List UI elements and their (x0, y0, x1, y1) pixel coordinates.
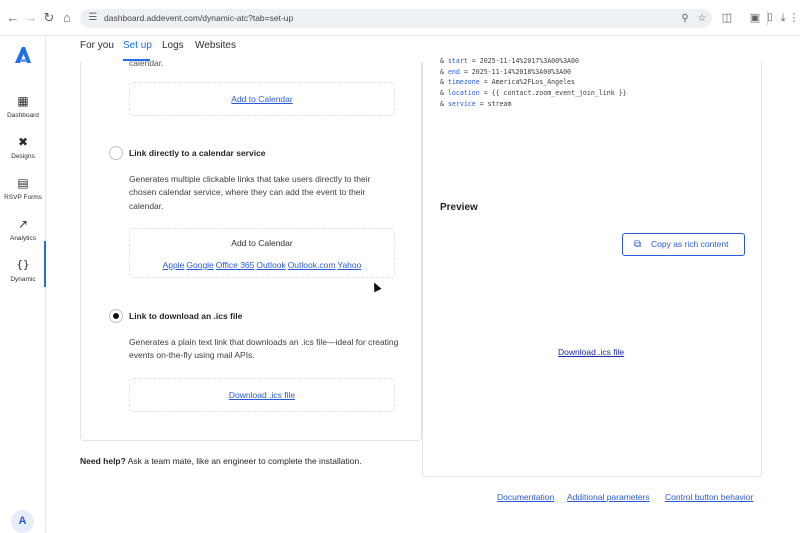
partial-description: calendar. (129, 58, 164, 68)
ics-download-preview: Download .ics file (129, 378, 395, 412)
address-bar[interactable]: ☰ dashboard.addevent.com/dynamic-atc?tab… (80, 9, 712, 28)
braces-icon: {} (16, 258, 30, 271)
addevent-logo-icon[interactable] (12, 44, 34, 66)
copy-button-label: Copy as rich content (651, 239, 729, 249)
calendar-services-preview: Add to Calendar Apple Google Office 365 Out… (129, 228, 395, 278)
link-options-card: calendar. Add to Calendar Link directly … (80, 58, 422, 441)
option-title-ics: Link to download an .ics file (129, 311, 243, 321)
download-ics-link[interactable]: Download .ics file (229, 390, 295, 400)
code-line: & service = stream (440, 99, 512, 108)
code-line: & start = 2025-11-14%2017%3A00%3A00 (440, 57, 579, 65)
app-sidebar: ▦ Dashboard ✖ Designs ▤ RSVP Forms ↗ Ana… (0, 36, 46, 533)
sidebar-item-designs[interactable]: ✖ Designs (0, 129, 46, 169)
bookmark-star-icon[interactable]: ☆ (695, 12, 709, 25)
documentation-link[interactable]: Documentation (497, 492, 554, 502)
sidebar-item-rsvp-forms[interactable]: ▤ RSVP Forms (0, 170, 46, 210)
service-link-office-365[interactable]: Office 365 (216, 260, 255, 270)
home-icon[interactable]: ⌂ (58, 9, 76, 27)
control-button-behavior-link[interactable]: Control button behavior (665, 492, 753, 502)
option-title-link-directly: Link directly to a calendar service (129, 148, 266, 158)
calendar-services-title: Add to Calendar (231, 238, 293, 248)
code-preview-card: & start = 2025-11-14%2017%3A00%3A00 & en… (422, 57, 762, 477)
tab-logs[interactable]: Logs (162, 40, 184, 51)
help-bold: Need help? (80, 456, 126, 466)
service-link-outlook[interactable]: Outlook (256, 260, 285, 270)
code-line: & location = {{ contact.zoom_event_join_… (440, 89, 627, 98)
option-description-ics: Generates a plain text link that downloa… (129, 337, 399, 361)
code-line: & end = 2025-11-14%2018%3A00%3A00 (440, 67, 572, 76)
sidebar-item-label: RSVP Forms (4, 194, 42, 201)
sidebar-item-label: Dynamic (10, 276, 36, 283)
help-body: Ask a team mate, like an engineer to com… (125, 456, 362, 466)
calendar-icon: ▦ (17, 94, 29, 108)
sidebar-item-dashboard[interactable]: ▦ Dashboard (0, 88, 46, 128)
sidebar-item-dynamic[interactable]: {} Dynamic (0, 252, 46, 292)
radio-ics-download[interactable] (109, 309, 123, 323)
reload-icon[interactable]: ↻ (40, 9, 58, 27)
url-text: dashboard.addevent.com/dynamic-atc?tab=s… (104, 13, 294, 23)
calendar-services-row: Apple Google Office 365 Outlook Outlook.com Y… (130, 255, 394, 273)
toolbar-separator (767, 11, 768, 25)
radio-link-directly[interactable] (109, 146, 123, 160)
avatar[interactable]: A (11, 510, 34, 533)
copy-icon: ⧉ (634, 239, 642, 250)
tools-icon: ✖ (17, 135, 29, 149)
zoom-icon[interactable]: ⚲ (678, 12, 692, 25)
trend-icon: ↗ (17, 217, 29, 231)
preview-heading: Preview (440, 202, 478, 213)
forward-icon[interactable]: → (22, 9, 40, 27)
back-icon[interactable]: ← (4, 9, 22, 27)
additional-parameters-link[interactable]: Additional parameters (567, 492, 650, 502)
help-text: Need help? Ask a team mate, like an engi… (80, 456, 362, 466)
sidebar-active-indicator (44, 241, 46, 287)
sidebar-item-label: Dashboard (7, 112, 39, 119)
option-description-link-directly: Generates multiple clickable links that … (129, 174, 371, 211)
code-line: & timezone = America%2FLos_Angeles (440, 78, 575, 87)
service-link-yahoo[interactable]: Yahoo (337, 260, 361, 270)
preview-download-ics-link[interactable]: Download .ics file (558, 347, 624, 357)
tab-websites[interactable]: Websites (195, 40, 236, 51)
service-link-outlook-com[interactable]: Outlook.com (288, 260, 336, 270)
extensions-icon[interactable]: ◫ (718, 9, 736, 27)
sidebar-item-label: Analytics (9, 235, 36, 242)
url-parameters-code: & start = 2025-11-14%2017%3A00%3A00 & en… (440, 56, 627, 110)
tab-set-up[interactable]: Set up (123, 40, 152, 51)
copy-rich-content-button[interactable]: ⧉ Copy as rich content (622, 233, 745, 256)
tab-for-you[interactable]: For you (80, 40, 114, 51)
sidebar-item-analytics[interactable]: ↗ Analytics (0, 211, 46, 251)
site-settings-icon[interactable]: ☰ (87, 12, 99, 24)
service-link-google[interactable]: Google (186, 260, 213, 270)
form-icon: ▤ (17, 176, 29, 190)
add-to-calendar-link[interactable]: Add to Calendar (231, 94, 292, 104)
service-link-apple[interactable]: Apple (163, 260, 185, 270)
browser-toolbar: ← → ↻ ⌂ ☰ dashboard.addevent.com/dynamic… (0, 0, 800, 36)
menu-icon[interactable]: ⋮ (788, 9, 800, 27)
add-to-calendar-preview: Add to Calendar (129, 82, 395, 116)
sidebar-item-label: Designs (11, 153, 35, 160)
